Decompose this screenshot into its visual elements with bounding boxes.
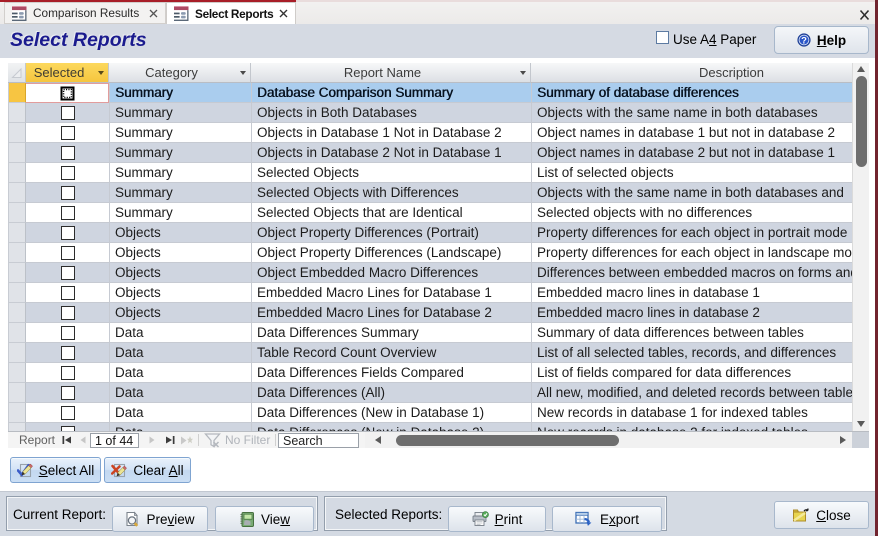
svg-text:?: ? (801, 35, 807, 46)
